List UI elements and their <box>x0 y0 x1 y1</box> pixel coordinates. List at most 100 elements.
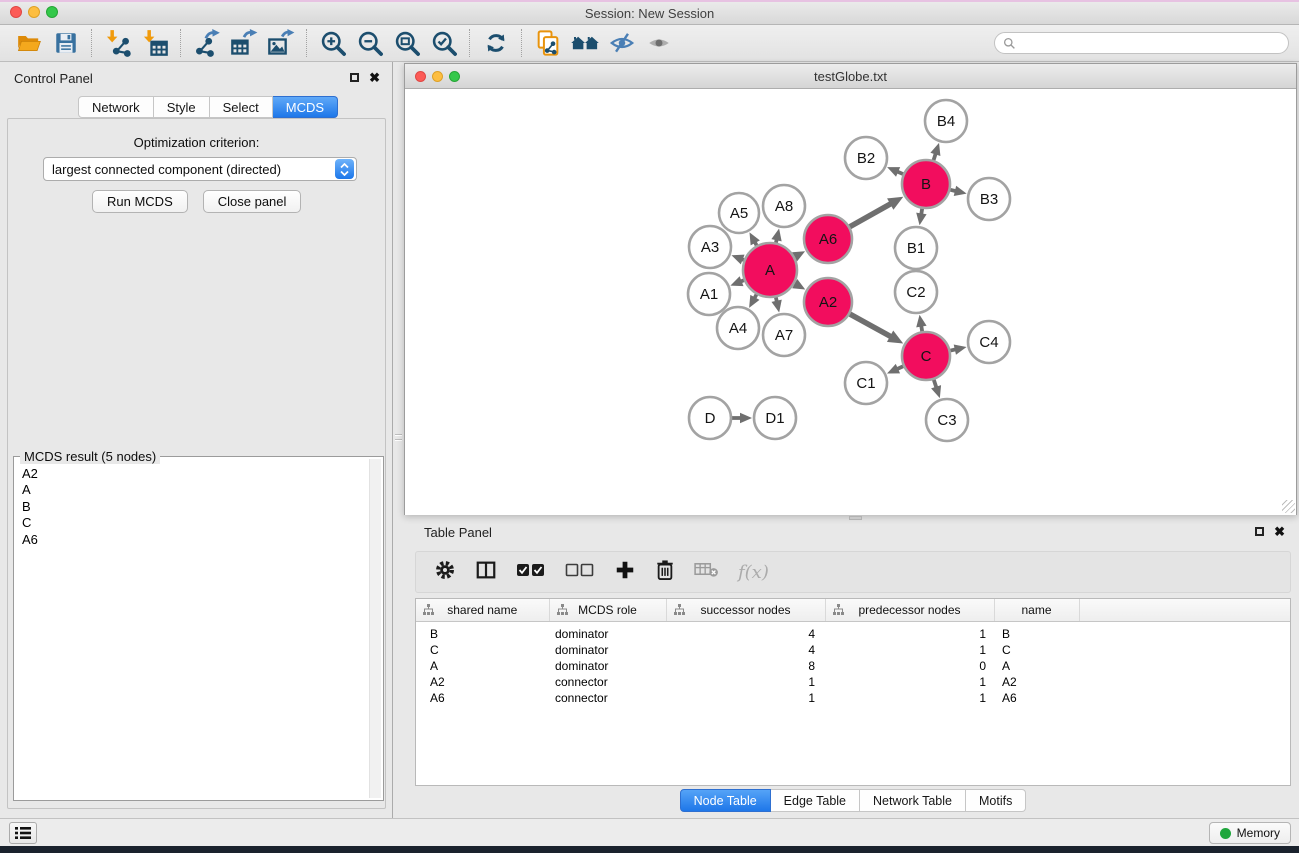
import-network-button[interactable] <box>99 27 136 59</box>
tab-style[interactable]: Style <box>154 96 210 118</box>
table-settings-button[interactable] <box>434 559 456 586</box>
tab-network[interactable]: Network <box>78 96 154 118</box>
mcds-result-item[interactable]: C <box>16 515 369 531</box>
home-networks-button[interactable] <box>566 27 603 59</box>
save-floppy-icon <box>53 30 79 56</box>
splitter-grip[interactable] <box>395 428 402 446</box>
run-mcds-button[interactable]: Run MCDS <box>92 190 188 213</box>
show-columns-button[interactable] <box>475 559 497 586</box>
select-stepper-icon <box>335 159 354 179</box>
graph-node-label: C2 <box>906 284 925 301</box>
close-panel-button[interactable]: Close panel <box>203 190 302 213</box>
memory-button[interactable]: Memory <box>1209 822 1291 844</box>
graph-node-label: A3 <box>701 239 719 256</box>
function-builder-button[interactable]: f(x) <box>738 562 769 583</box>
optimization-criterion-label: Optimization criterion: <box>0 135 393 150</box>
table-row[interactable]: Adominator80A <box>416 658 1290 674</box>
deselect-all-columns-button[interactable] <box>565 561 595 584</box>
graph-node-label: D <box>705 410 716 427</box>
graph-edge-arrowhead <box>771 228 781 241</box>
horizontal-splitter-grip[interactable] <box>849 516 862 520</box>
float-panel-icon[interactable] <box>350 73 359 82</box>
column-header[interactable]: successor nodes <box>666 599 825 621</box>
export-image-icon <box>267 29 295 57</box>
network-graph: B4B2BB3A5A8A6B1A3AA1C2A2A4A7C4CC1C3DD1 <box>405 90 1296 515</box>
mcds-result-item[interactable]: B <box>16 499 369 515</box>
graph-edge-arrowhead <box>771 300 781 313</box>
table-row[interactable]: Bdominator41B <box>416 621 1290 642</box>
search-input[interactable] <box>1021 34 1288 52</box>
graph-edge-arrowhead <box>916 213 926 226</box>
zoom-in-button[interactable] <box>314 27 351 59</box>
columns-icon <box>475 559 497 581</box>
graph-edge-A2-C[interactable] <box>850 314 892 337</box>
hide-selected-button[interactable] <box>603 27 640 59</box>
add-column-button[interactable] <box>614 559 636 586</box>
graph-edge-A6-B[interactable] <box>850 203 892 227</box>
export-image-button[interactable] <box>262 27 299 59</box>
node-table: shared nameMCDS rolesuccessor nodesprede… <box>415 598 1291 786</box>
import-table-icon <box>141 29 169 57</box>
toolbar-separator <box>306 29 307 57</box>
zoom-selected-button[interactable] <box>425 27 462 59</box>
column-header[interactable]: MCDS role <box>549 599 666 621</box>
mcds-result-list: A2ABCA6 <box>16 459 369 798</box>
mcds-result-item[interactable]: A6 <box>16 532 369 548</box>
open-file-button[interactable] <box>10 27 47 59</box>
select-all-columns-button[interactable] <box>516 561 546 584</box>
memory-status-icon <box>1220 828 1231 839</box>
column-header[interactable]: name <box>994 599 1079 621</box>
clone-network-button[interactable] <box>529 27 566 59</box>
network-canvas[interactable]: B4B2BB3A5A8A6B1A3AA1C2A2A4A7C4CC1C3DD1 <box>405 90 1296 515</box>
tab-edge-table[interactable]: Edge Table <box>771 789 860 812</box>
hierarchy-icon <box>557 604 568 618</box>
column-header[interactable]: predecessor nodes <box>825 599 994 621</box>
export-table-button[interactable] <box>225 27 262 59</box>
table-row[interactable]: A2connector11A2 <box>416 674 1290 690</box>
graph-edge-arrowhead <box>730 276 743 286</box>
eye-slash-icon <box>608 30 636 56</box>
mcds-result-item[interactable]: A2 <box>16 466 369 482</box>
delete-table-button[interactable] <box>694 560 719 584</box>
graph-node-label: A5 <box>730 205 748 222</box>
tab-select[interactable]: Select <box>210 96 273 118</box>
tab-mcds[interactable]: MCDS <box>273 96 338 118</box>
task-history-button[interactable] <box>9 822 37 844</box>
criterion-select[interactable]: largest connected component (directed) <box>43 157 357 181</box>
column-header[interactable]: shared name <box>416 599 549 621</box>
application-window: Session: New Session Control Panel <box>0 0 1299 853</box>
import-table-button[interactable] <box>136 27 173 59</box>
zoom-fit-button[interactable] <box>388 27 425 59</box>
checked-checkboxes-icon <box>516 561 546 579</box>
table-toolbar: f(x) <box>415 551 1291 593</box>
mcds-result-item[interactable]: A <box>16 482 369 498</box>
table-row[interactable]: A6connector11A6 <box>416 690 1290 706</box>
mcds-result-group: MCDS result (5 nodes) A2ABCA6 <box>13 456 384 801</box>
float-table-panel-icon[interactable] <box>1255 527 1264 536</box>
graph-node-label: A1 <box>700 286 718 303</box>
zoom-out-button[interactable] <box>351 27 388 59</box>
graph-node-label: C <box>921 348 932 365</box>
tab-motifs[interactable]: Motifs <box>966 789 1026 812</box>
network-window-titlebar[interactable]: testGlobe.txt <box>405 64 1296 89</box>
refresh-button[interactable] <box>477 27 514 59</box>
graph-node-label: A2 <box>819 294 837 311</box>
network-view-window: testGlobe.txt B4B2BB3A5A8A6B1A3AA1C2A2A4… <box>404 63 1297 515</box>
main-toolbar <box>0 25 1299 62</box>
save-session-button[interactable] <box>47 27 84 59</box>
scrollbar[interactable] <box>369 459 381 798</box>
control-panel: Control Panel ✖ Network Style Select MCD… <box>0 62 393 818</box>
show-all-button[interactable] <box>640 27 677 59</box>
tab-network-table[interactable]: Network Table <box>860 789 966 812</box>
tab-node-table[interactable]: Node Table <box>680 789 771 812</box>
graph-edge-arrowhead <box>916 315 926 328</box>
export-network-button[interactable] <box>188 27 225 59</box>
graph-node-label: B2 <box>857 150 875 167</box>
table-row[interactable]: Cdominator41C <box>416 642 1290 658</box>
close-table-panel-icon[interactable]: ✖ <box>1274 526 1285 537</box>
window-resize-grip[interactable] <box>1282 500 1295 513</box>
close-panel-icon[interactable]: ✖ <box>369 72 380 83</box>
app-title: Session: New Session <box>0 2 1299 25</box>
unchecked-checkboxes-icon <box>565 561 595 579</box>
delete-column-button[interactable] <box>655 559 675 586</box>
